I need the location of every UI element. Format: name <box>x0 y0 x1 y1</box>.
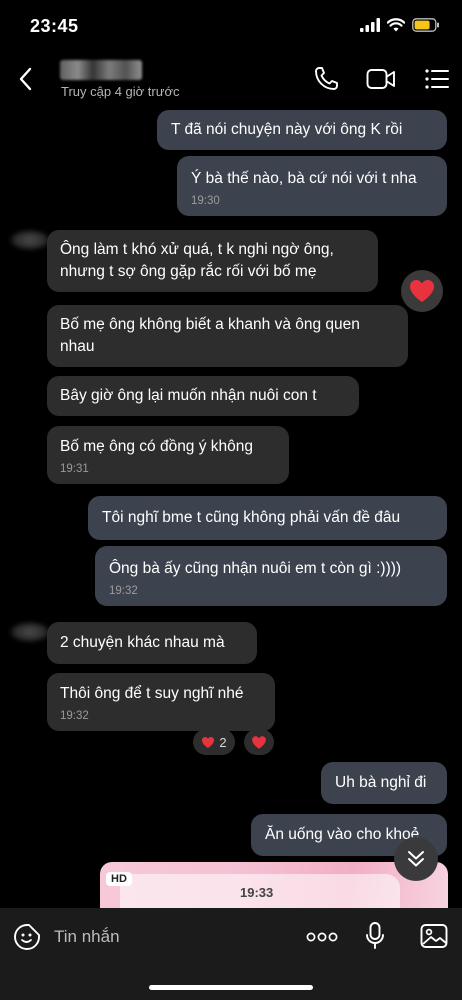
menu-list-icon[interactable] <box>425 69 449 89</box>
message-text: Ông làm t khó xử quá, t k nghi ngờ ông, … <box>60 241 334 280</box>
microphone-icon[interactable] <box>365 921 385 951</box>
message-time: 19:31 <box>60 463 89 475</box>
add-reaction-heart[interactable] <box>244 729 274 755</box>
contact-name-blurred[interactable] <box>60 60 142 80</box>
message-text: 2 chuyện khác nhau mà <box>60 634 225 651</box>
last-seen-status: Truy cập 4 giờ trước <box>61 84 180 99</box>
more-options-icon[interactable] <box>306 932 338 942</box>
message-text: Uh bà nghỉ đi <box>335 774 427 791</box>
contact-avatar[interactable] <box>10 622 50 642</box>
message-bubble-outgoing[interactable]: Ông bà ấy cũng nhận nuôi em t còn gì :))… <box>95 546 447 606</box>
chat-header: Truy cập 4 giờ trước <box>0 52 462 106</box>
message-text: Tôi nghĩ bme t cũng không phải vấn đề đâ… <box>102 509 401 526</box>
message-bubble-outgoing[interactable]: Uh bà nghỉ đi <box>321 762 447 804</box>
status-icons <box>360 18 440 32</box>
heart-icon <box>202 736 215 748</box>
battery-icon <box>412 18 439 32</box>
message-text: Ý bà thế nào, bà cứ nói với t nha <box>191 170 417 187</box>
reaction-heart[interactable] <box>401 270 443 312</box>
emoji-sticker-icon[interactable] <box>13 923 41 951</box>
heart-icon <box>410 280 434 302</box>
message-bubble-incoming[interactable]: Bố mẹ ông có đồng ý không 19:31 <box>47 426 289 484</box>
back-arrow-icon[interactable] <box>16 66 36 92</box>
message-bubble-outgoing[interactable]: Ý bà thế nào, bà cứ nói với t nha 19:30 <box>177 156 447 216</box>
message-bubble-incoming[interactable]: 2 chuyện khác nhau mà <box>47 622 257 664</box>
hd-badge: HD <box>106 872 132 886</box>
message-bubble-incoming[interactable]: Bây giờ ông lại muốn nhận nuôi con t <box>47 376 359 416</box>
message-bubble-outgoing[interactable]: T đã nói chuyện này với ông K rồi <box>157 110 447 150</box>
reaction-count: 2 <box>219 734 227 750</box>
message-time: 19:32 <box>60 710 89 722</box>
message-text: Bố mẹ ông có đồng ý không <box>60 438 254 455</box>
video-call-icon[interactable] <box>366 68 396 90</box>
message-time: 19:32 <box>109 585 138 597</box>
contact-avatar[interactable] <box>10 230 50 250</box>
image-gallery-icon[interactable] <box>420 923 448 949</box>
message-bubble-incoming[interactable]: Bố mẹ ông không biết a khanh và ông quen… <box>47 305 408 367</box>
status-bar: 23:45 <box>0 0 462 52</box>
message-text: Bây giờ ông lại muốn nhận nuôi con t <box>60 387 317 404</box>
message-text: Thôi ông để t suy nghĩ nhé <box>60 685 244 702</box>
phone-call-icon[interactable] <box>313 66 339 92</box>
message-bubble-outgoing[interactable]: Tôi nghĩ bme t cũng không phải vấn đề đâ… <box>88 496 447 540</box>
message-text: Ông bà ấy cũng nhận nuôi em t còn gì :))… <box>109 560 402 577</box>
message-list[interactable]: T đã nói chuyện này với ông K rồi Ý bà t… <box>0 106 462 908</box>
message-text: Ăn uống vào cho khoẻ <box>265 826 420 843</box>
signal-icon <box>360 18 380 32</box>
reaction-count-pill[interactable]: 2 <box>193 729 235 755</box>
double-chevron-down-icon <box>408 851 424 867</box>
message-bubble-incoming[interactable]: Thôi ông để t suy nghĩ nhé 19:32 <box>47 673 275 731</box>
image-time: 19:33 <box>240 885 274 900</box>
message-time: 19:30 <box>191 195 220 207</box>
heart-icon <box>252 735 266 749</box>
wifi-icon <box>387 18 405 32</box>
message-text: T đã nói chuyện này với ông K rồi <box>171 121 403 138</box>
message-input[interactable]: Tin nhắn <box>54 927 120 947</box>
message-text: Bố mẹ ông không biết a khanh và ông quen… <box>60 316 360 355</box>
status-time: 23:45 <box>30 16 79 36</box>
scroll-to-bottom-button[interactable] <box>394 837 438 881</box>
home-indicator <box>149 985 313 990</box>
message-bubble-incoming[interactable]: Ông làm t khó xử quá, t k nghi ngờ ông, … <box>47 230 378 292</box>
